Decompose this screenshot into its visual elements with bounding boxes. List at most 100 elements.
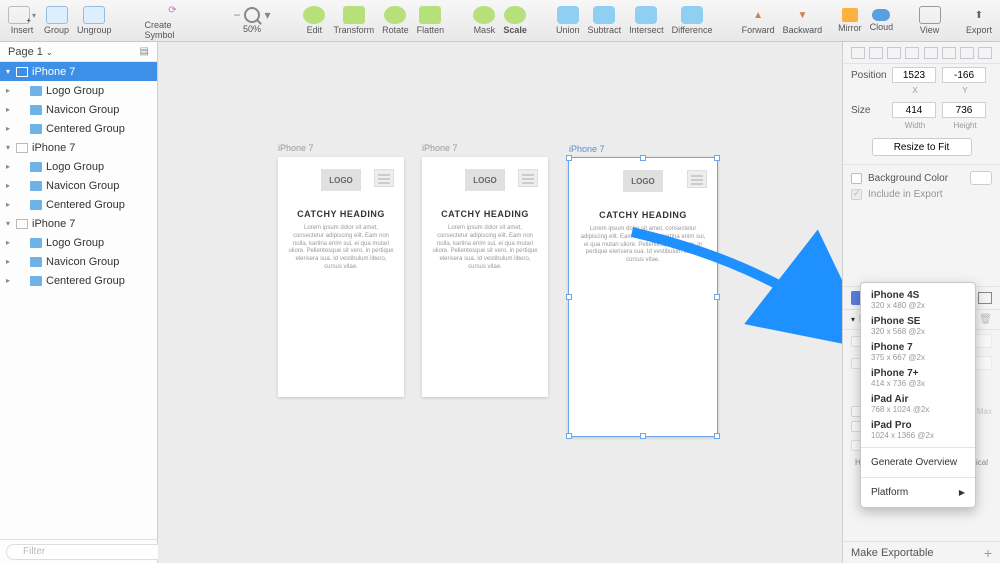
cloud-tool[interactable]: Cloud: [870, 9, 894, 32]
align-left-icon[interactable]: [851, 47, 865, 59]
resize-handle[interactable]: [640, 155, 646, 161]
height-field[interactable]: [942, 102, 986, 118]
align-middle-icon[interactable]: [924, 47, 938, 59]
platform-submenu-item[interactable]: Platform▶: [861, 482, 975, 503]
layer-group[interactable]: ▸ Navicon Group: [0, 252, 157, 271]
page-list-icon[interactable]: ▤: [140, 46, 149, 57]
layer-group[interactable]: ▸Navicon Group: [0, 176, 157, 195]
zoom-out-icon[interactable]: −: [233, 8, 240, 22]
disclosure-triangle-icon[interactable]: ▸: [6, 200, 16, 209]
zoom-in-icon[interactable]: ▾: [264, 8, 270, 22]
device-preset-item[interactable]: iPhone 4S320 x 480 @2x: [861, 287, 975, 313]
artboard-icon: [16, 219, 28, 229]
delete-icon[interactable]: 🗑: [979, 314, 992, 325]
y-field[interactable]: [942, 67, 986, 83]
resize-handle[interactable]: [714, 294, 720, 300]
group-tool[interactable]: Group: [44, 6, 69, 35]
device-preset-item[interactable]: iPhone SE320 x 568 @2x: [861, 313, 975, 339]
resize-handle[interactable]: [714, 155, 720, 161]
disclosure-triangle-icon[interactable]: ▸: [6, 86, 16, 95]
artboard-2[interactable]: iPhone 7 LOGO CATCHY HEADING Lorem ipsum…: [422, 157, 548, 397]
intersect-tool[interactable]: Intersect: [629, 6, 664, 35]
bg-color-swatch[interactable]: [970, 171, 992, 185]
scale-tool[interactable]: Scale: [503, 6, 527, 35]
subtract-tool[interactable]: Subtract: [588, 6, 622, 35]
resize-handle[interactable]: [566, 294, 572, 300]
layer-artboard[interactable]: ▾iPhone 7: [0, 62, 157, 81]
ungroup-tool[interactable]: Ungroup: [77, 6, 112, 35]
disclosure-triangle-icon[interactable]: ▾: [6, 143, 16, 152]
bg-color-checkbox[interactable]: [851, 173, 862, 184]
resize-handle[interactable]: [566, 155, 572, 161]
layer-group[interactable]: ▸Logo Group: [0, 233, 157, 252]
layer-group[interactable]: ▸Logo Group: [0, 81, 157, 100]
flatten-tool[interactable]: Flatten: [417, 6, 445, 35]
artboard-label[interactable]: iPhone 7: [278, 143, 314, 153]
folder-icon: [30, 238, 42, 248]
resize-handle[interactable]: [566, 433, 572, 439]
include-export-checkbox[interactable]: ✓: [851, 189, 862, 200]
device-preset-item[interactable]: iPad Air768 x 1024 @2x: [861, 391, 975, 417]
device-preset-item[interactable]: iPhone 7+414 x 736 @3x: [861, 365, 975, 391]
orientation-icon[interactable]: [978, 292, 992, 304]
device-preset-item[interactable]: iPhone 7375 x 667 @2x: [861, 339, 975, 365]
x-field[interactable]: [892, 67, 936, 83]
create-symbol-tool[interactable]: ⟳Create Symbol: [145, 1, 201, 40]
resize-handle[interactable]: [714, 433, 720, 439]
generate-overview-item[interactable]: Generate Overview: [861, 452, 975, 473]
artboard-label[interactable]: iPhone 7: [569, 144, 605, 154]
layer-group[interactable]: ▸Logo Group: [0, 157, 157, 176]
distribute-h-icon[interactable]: [960, 47, 974, 59]
artboard-1[interactable]: iPhone 7 LOGO CATCHY HEADING Lorem ipsum…: [278, 157, 404, 397]
backward-tool[interactable]: ▼Backward: [783, 6, 823, 35]
layer-artboard[interactable]: ▾iPhone 7: [0, 214, 157, 233]
disclosure-triangle-icon[interactable]: ▾: [6, 219, 16, 228]
align-top-icon[interactable]: [905, 47, 919, 59]
mask-tool[interactable]: Mask: [473, 6, 495, 35]
difference-tool[interactable]: Difference: [672, 6, 713, 35]
artboard-3-selected[interactable]: iPhone 7 LOGO CATCHY HEADING Lorem ipsum…: [568, 157, 718, 437]
edit-tool[interactable]: Edit: [303, 6, 325, 35]
insert-tool[interactable]: +▾ Insert: [8, 6, 36, 35]
resize-to-fit-button[interactable]: Resize to Fit: [872, 138, 972, 156]
layer-group[interactable]: ▸Centered Group: [0, 271, 157, 290]
align-center-icon[interactable]: [869, 47, 883, 59]
disclosure-triangle-icon[interactable]: ▸: [6, 238, 16, 247]
artboard-label[interactable]: iPhone 7: [422, 143, 458, 153]
disclosure-triangle-icon[interactable]: ▸: [6, 162, 16, 171]
rotate-tool[interactable]: Rotate: [382, 6, 409, 35]
export-tool[interactable]: ⬆Export: [966, 6, 992, 35]
transform-tool[interactable]: Transform: [333, 6, 374, 35]
distribute-v-icon[interactable]: [978, 47, 992, 59]
align-right-icon[interactable]: [887, 47, 901, 59]
canvas[interactable]: iPhone 7 LOGO CATCHY HEADING Lorem ipsum…: [158, 42, 842, 563]
layer-name: Navicon Group: [46, 256, 119, 268]
zoom-control[interactable]: −▾ 50%: [233, 7, 270, 34]
union-tool[interactable]: Union: [556, 6, 580, 35]
plus-icon[interactable]: +: [984, 545, 992, 561]
forward-tool[interactable]: ▲Forward: [742, 6, 775, 35]
logo-placeholder: LOGO: [623, 170, 663, 192]
logo-placeholder: LOGO: [465, 169, 505, 191]
view-icon: [919, 6, 941, 24]
resize-handle[interactable]: [640, 433, 646, 439]
filter-input[interactable]: [6, 544, 172, 560]
align-bottom-icon[interactable]: [942, 47, 956, 59]
view-tool[interactable]: View: [919, 6, 941, 35]
layer-group[interactable]: ▸Centered Group: [0, 119, 157, 138]
forward-icon: ▲: [747, 6, 769, 24]
disclosure-triangle-icon[interactable]: ▸: [6, 276, 16, 285]
device-preset-item[interactable]: iPad Pro1024 x 1366 @2x: [861, 417, 975, 443]
mirror-tool[interactable]: Mirror: [838, 8, 862, 33]
disclosure-triangle-icon[interactable]: ▸: [6, 124, 16, 133]
width-field[interactable]: [892, 102, 936, 118]
disclosure-triangle-icon[interactable]: ▸: [6, 257, 16, 266]
disclosure-triangle-icon[interactable]: ▸: [6, 105, 16, 114]
layer-artboard[interactable]: ▾iPhone 7: [0, 138, 157, 157]
disclosure-triangle-icon[interactable]: ▾: [6, 67, 16, 76]
make-exportable-row[interactable]: Make Exportable +: [843, 541, 1000, 563]
layer-group[interactable]: ▸Navicon Group: [0, 100, 157, 119]
layer-group[interactable]: ▸Centered Group: [0, 195, 157, 214]
page-selector[interactable]: Page 1 ⌄ ▤: [0, 42, 157, 62]
disclosure-triangle-icon[interactable]: ▸: [6, 181, 16, 190]
